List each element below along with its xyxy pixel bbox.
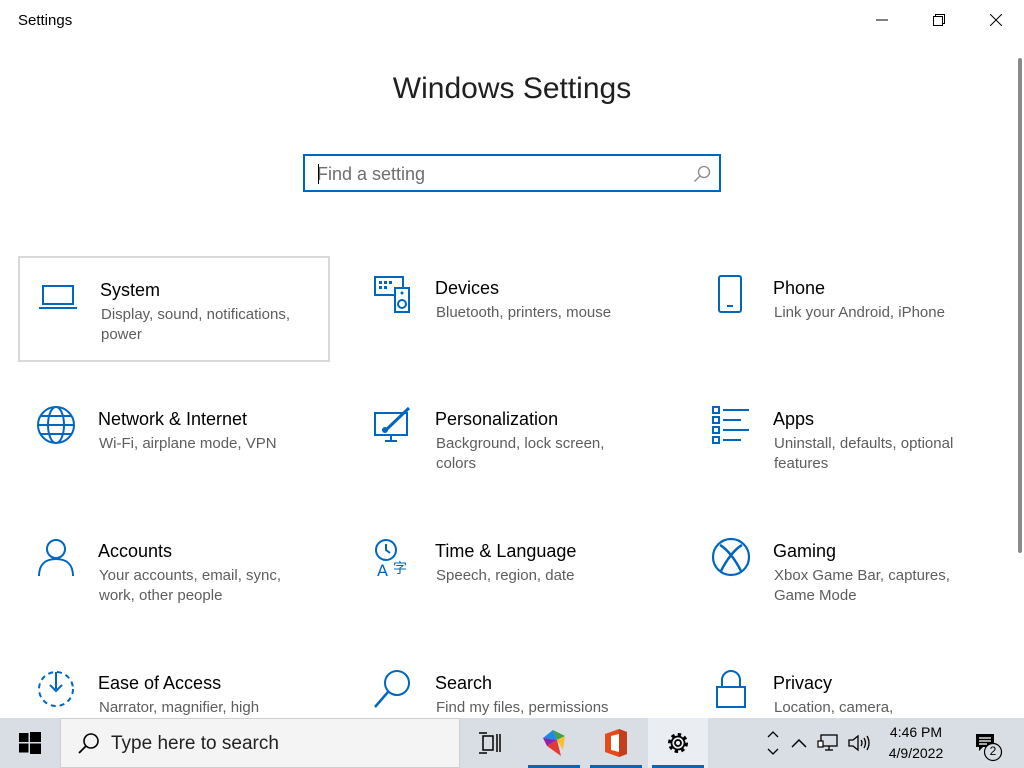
time-language-icon: A 字 [375,539,407,577]
search-magnifier-icon [374,670,410,708]
tile-privacy[interactable]: Privacy Location, camera, microphone [693,651,1005,718]
close-button[interactable] [967,0,1024,40]
notification-count-badge: 2 [983,742,1003,767]
tile-title: Ease of Access [98,673,222,693]
tile-description: Your accounts, email, sync, work, other … [99,567,282,604]
tile-description: Display, sound, notifications, power [101,306,290,343]
tile-title: Apps [773,409,815,429]
tile-title: Gaming [773,541,837,561]
tile-description: Bluetooth, printers, mouse [436,304,612,321]
tile-title: Time & Language [435,541,577,561]
tile-ease-of-access[interactable]: Ease of Access Narrator, magnifier, high [18,651,330,718]
windows-logo-icon [19,732,41,754]
tile-title: Network & Internet [98,409,248,429]
paint-icon [374,406,411,442]
tile-title: Phone [773,278,826,298]
find-setting-search[interactable] [303,154,721,192]
tile-description: Wi-Fi, airplane mode, VPN [99,435,277,452]
restore-button[interactable] [910,0,967,40]
tile-description: Uninstall, defaults, optional features [774,435,954,472]
restore-icon [932,14,945,26]
taskbar-app-colorful[interactable] [524,718,584,768]
taskbar-search-text: Type here to search [111,733,279,754]
minimize-button[interactable] [853,0,910,40]
tile-title: Accounts [98,541,173,561]
office-icon [605,729,627,757]
tile-description: Link your Android, iPhone [774,304,945,321]
person-icon [38,539,74,577]
tile-title: Devices [435,278,500,298]
taskbar-app-office[interactable] [586,718,646,768]
text-caret [318,164,319,184]
app-logo-icon [543,730,565,756]
svg-text:A: A [377,561,388,577]
lock-icon [716,670,746,708]
taskbar-scroll-arrows[interactable] [764,718,782,768]
page-title: Windows Settings [392,72,632,105]
search-icon [78,733,99,754]
tile-time-language[interactable]: A 字 Time & Language Speech, region, date [355,519,667,625]
taskbar-search[interactable]: Type here to search [60,718,460,768]
tile-accounts[interactable]: Accounts Your accounts, email, sync, wor… [18,519,330,625]
tile-devices[interactable]: Devices Bluetooth, printers, mouse [355,256,667,362]
laptop-icon [39,285,77,309]
phone-icon [718,275,742,313]
tile-description: Find my files, permissions [436,699,609,716]
chevron-down-icon [767,748,779,755]
volume-tray-button[interactable] [844,718,874,768]
search-input[interactable] [317,163,677,185]
chevron-up-icon [767,731,779,738]
svg-text:字: 字 [393,561,407,577]
tile-description: Background, lock screen, colors [436,435,605,472]
tile-search[interactable]: Search Find my files, permissions [355,651,667,718]
task-view-icon [479,732,501,754]
chevron-up-icon [791,738,807,748]
tile-description: Xbox Game Bar, captures, Game Mode [774,567,950,604]
tile-description: Narrator, magnifier, high [99,699,260,716]
task-view-button[interactable] [460,718,520,768]
tile-description: Location, camera, microphone [774,699,894,716]
notification-count: 2 [989,744,997,758]
taskbar: Type here to search 4:46 PM 4/9/2022 [0,718,1024,768]
tile-apps[interactable]: Apps Uninstall, defaults, optional featu… [693,387,1005,493]
apps-list-icon [712,406,749,444]
show-hidden-icons-button[interactable] [786,718,812,768]
tile-system[interactable]: System Display, sound, notifications, po… [18,256,330,362]
speaker-icon [848,734,870,752]
network-tray-button[interactable] [814,718,842,768]
window-title: Settings [18,12,73,29]
tile-title: System [100,280,161,300]
network-icon [817,734,838,751]
tile-gaming[interactable]: Gaming Xbox Game Bar, captures, Game Mod… [693,519,1005,625]
clock-time: 4:46 PM [889,724,943,740]
scrollbar[interactable] [1018,58,1022,553]
taskbar-app-settings[interactable] [648,718,708,768]
title-bar: Settings [0,0,1024,40]
close-icon [989,14,1002,26]
tile-description: Speech, region, date [436,567,575,584]
tile-title: Privacy [773,673,833,693]
ease-of-access-icon [38,671,74,707]
tile-network[interactable]: Network & Internet Wi-Fi, airplane mode,… [18,387,330,493]
devices-icon [374,276,410,313]
taskbar-clock[interactable]: 4:46 PM 4/9/2022 [880,722,952,764]
start-button[interactable] [0,718,60,768]
globe-icon [37,406,75,444]
tile-title: Personalization [435,409,559,429]
settings-window: Settings Windows Settings System Display… [0,0,1024,718]
clock-date: 4/9/2022 [888,745,944,761]
tile-phone[interactable]: Phone Link your Android, iPhone [693,256,1005,362]
xbox-icon [711,537,751,577]
tile-title: Search [435,673,493,693]
gear-icon [668,733,688,753]
tile-personalization[interactable]: Personalization Background, lock screen,… [355,387,667,493]
minimize-icon [875,19,888,21]
search-icon[interactable] [693,165,711,183]
